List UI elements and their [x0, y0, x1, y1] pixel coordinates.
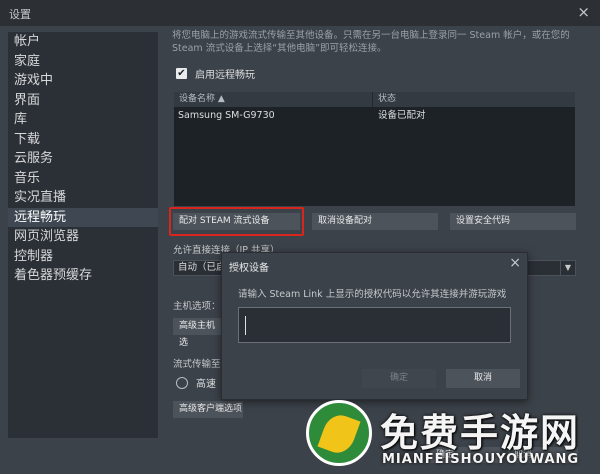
settings-sidebar: 帐户 家庭 游戏中 界面 库 下载 云服务 音乐 实况直播 远程畅玩 网页浏览器… [8, 32, 158, 438]
highlight-box [169, 207, 304, 236]
enable-remote-play-label: 启用远程畅玩 [195, 70, 255, 81]
text-caret [245, 316, 246, 335]
dialog-ok-button[interactable]: 确定 [362, 369, 436, 388]
site-watermark: 免费手游网 MIANFEISHOUYOUWANG [306, 400, 596, 470]
streaming-label: 流式传输至 [173, 359, 221, 370]
sidebar-item-downloads[interactable]: 下载 [8, 130, 158, 150]
sidebar-item-account[interactable]: 帐户 [8, 32, 158, 52]
close-icon[interactable]: × [577, 3, 590, 21]
sidebar-item-cloud[interactable]: 云服务 [8, 149, 158, 169]
column-divider[interactable] [372, 92, 373, 107]
table-row[interactable]: Samsung SM-G9730 设备已配对 [174, 107, 575, 125]
enable-remote-play-row[interactable]: ✔ 启用远程畅玩 [176, 66, 255, 81]
advanced-host-options-button[interactable]: 高级主机选 [173, 318, 223, 348]
device-status-cell: 设备已配对 [378, 110, 426, 121]
enable-remote-play-checkbox[interactable]: ✔ [176, 68, 187, 79]
sidebar-item-remote-play[interactable]: 远程畅玩 [8, 207, 158, 227]
host-options-label: 主机选项： [173, 301, 221, 312]
set-security-code-button[interactable]: 设置安全代码 [450, 213, 576, 230]
advanced-client-options-button[interactable]: 高级客户端选项 [173, 401, 243, 418]
authorize-device-dialog: 授权设备 × 请输入 Steam Link 上显示的授权代码以允许其连接并游玩游… [221, 252, 528, 400]
sidebar-item-music[interactable]: 音乐 [8, 169, 158, 189]
sidebar-item-interface[interactable]: 界面 [8, 91, 158, 111]
sidebar-item-in-game[interactable]: 游戏中 [8, 71, 158, 91]
device-table-header: 设备名称 ▲ 状态 [174, 92, 575, 107]
auth-code-input[interactable] [238, 307, 511, 343]
sidebar-item-controller[interactable]: 控制器 [8, 247, 158, 267]
dialog-close-icon[interactable]: × [509, 255, 521, 271]
watermark-logo-icon [306, 400, 372, 466]
direct-connect-value: 自动（已启 [178, 262, 226, 273]
sidebar-item-web-browser[interactable]: 网页浏览器 [8, 227, 158, 247]
quality-radio-row[interactable]: 高速 [176, 375, 216, 390]
unpair-device-button[interactable]: 取消设备配对 [312, 213, 438, 230]
dialog-cancel-button[interactable]: 取消 [446, 369, 520, 388]
quality-radio[interactable] [176, 376, 188, 389]
window-title: 设置 [9, 8, 31, 21]
dialog-title: 授权设备 [229, 263, 269, 274]
column-header-status[interactable]: 状态 [378, 92, 396, 107]
column-header-device-name[interactable]: 设备名称 ▲ [179, 92, 225, 107]
device-table: 设备名称 ▲ 状态 Samsung SM-G9730 设备已配对 [174, 92, 575, 206]
title-bar: 设置 × [0, 0, 600, 26]
sidebar-item-library[interactable]: 库 [8, 110, 158, 130]
watermark-main-text: 免费手游网 [380, 411, 581, 455]
quality-radio-label: 高速 [196, 379, 216, 390]
sidebar-item-shader-cache[interactable]: 着色器预缓存 [8, 266, 158, 286]
sidebar-item-broadcasting[interactable]: 实况直播 [8, 188, 158, 208]
sidebar-item-family[interactable]: 家庭 [8, 52, 158, 72]
watermark-sub-text: MIANFEISHOUYOUWANG [382, 452, 580, 467]
device-name-cell: Samsung SM-G9730 [178, 110, 275, 121]
dialog-prompt: 请输入 Steam Link 上显示的授权代码以允许其连接并游玩游戏 [238, 289, 507, 300]
remote-play-description: 将您电脑上的游戏流式传输至其他设备。只需在另一台电脑上登录同一 Steam 帐户… [172, 30, 570, 54]
chevron-down-icon[interactable]: ▼ [560, 261, 575, 275]
